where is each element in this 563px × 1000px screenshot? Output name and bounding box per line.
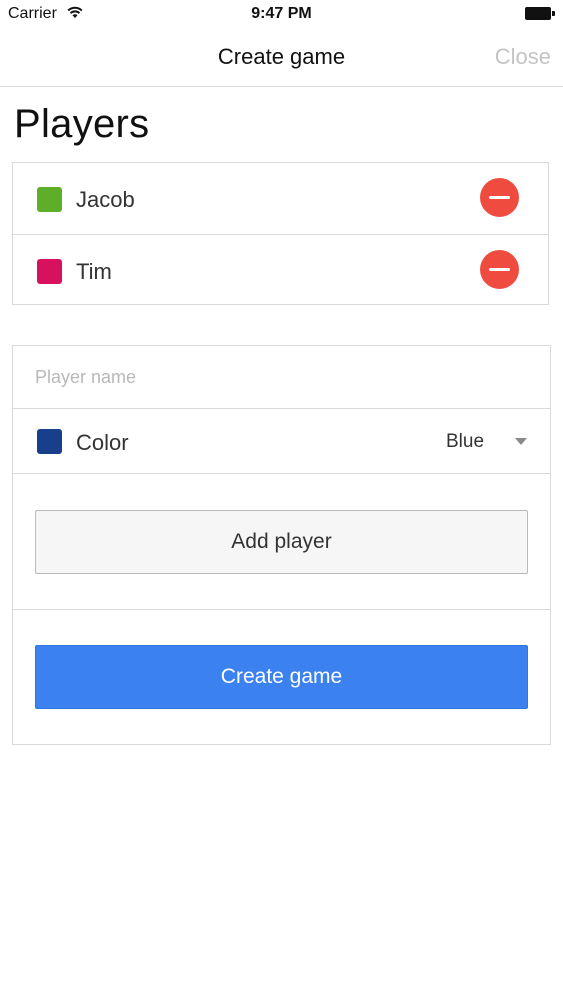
status-time: 9:47 PM [251,5,312,22]
player-list: Jacob Tim [12,162,549,305]
create-game-button[interactable]: Create game [35,645,528,709]
selected-color-swatch [37,429,62,454]
minus-circle-icon [489,196,510,199]
color-select[interactable]: Color Blue [13,409,550,474]
add-player-form: Color Blue Add player Create game [12,345,551,745]
close-button[interactable]: Close [495,44,551,70]
player-name: Jacob [76,187,135,212]
color-selected-value: Blue [446,431,485,452]
page-title: Create game [217,44,346,69]
player-name-input[interactable] [13,346,550,409]
players-heading: Players [14,102,150,146]
remove-player-button[interactable] [480,250,519,289]
navigation-bar: Create game Close [0,28,563,87]
player-color-swatch [37,187,62,212]
remove-player-button[interactable] [480,178,519,217]
battery-icon [525,7,555,20]
minus-circle-icon [489,268,510,271]
add-player-button[interactable]: Add player [35,510,528,574]
player-row-tim: Tim [13,234,548,305]
player-color-swatch [37,259,62,284]
chevron-down-icon [515,438,527,445]
player-name: Tim [76,259,112,284]
player-row-jacob: Jacob [13,163,548,234]
status-bar: Carrier 9:47 PM [0,0,563,28]
color-label: Color [76,430,129,455]
add-player-area: Add player [13,474,550,610]
